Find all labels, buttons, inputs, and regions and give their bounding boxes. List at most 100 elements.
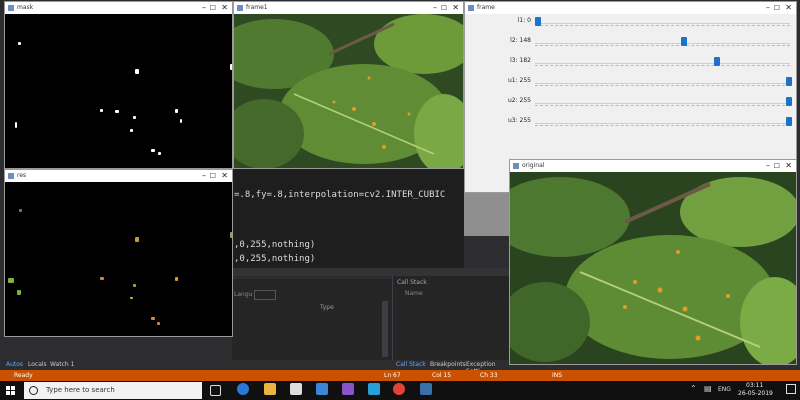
trackbar-thumb[interactable]	[786, 117, 792, 126]
trackbar-thumb[interactable]	[714, 57, 721, 66]
window-app-icon	[8, 173, 14, 179]
tab-locals[interactable]: Locals	[28, 361, 47, 368]
window-title: original	[522, 162, 545, 169]
tab-breakpoints[interactable]: Breakpoints	[430, 361, 466, 368]
mask-window[interactable]: mask – ☐ ✕	[4, 1, 233, 169]
chrome-icon[interactable]	[393, 383, 405, 395]
trackbar-track[interactable]	[535, 83, 790, 84]
start-button[interactable]	[6, 386, 15, 395]
clock-date[interactable]: 26-05-2019	[738, 390, 773, 397]
app-icon-blue[interactable]	[368, 383, 380, 395]
trackbar-track[interactable]	[535, 123, 790, 124]
close-icon[interactable]: ✕	[785, 160, 792, 172]
trackbar-label: l1: 0	[517, 17, 531, 24]
mask-title-bar[interactable]: mask – ☐ ✕	[5, 2, 232, 14]
mask-blob	[180, 119, 182, 123]
code-line-2[interactable]: ,0,255,nothing)	[234, 240, 315, 250]
mail-icon[interactable]	[316, 383, 328, 395]
network-icon[interactable]: ▤	[704, 384, 712, 393]
res-blob	[133, 284, 136, 287]
maximize-icon[interactable]: ☐	[210, 170, 216, 182]
original-window[interactable]: original – ☐ ✕	[509, 159, 797, 365]
trackbar-row[interactable]: l2: 148	[465, 35, 795, 47]
callstack-panel: Call Stack Name	[392, 276, 511, 360]
res-title-bar[interactable]: res – ☐ ✕	[5, 170, 232, 182]
close-icon[interactable]: ✕	[221, 2, 228, 14]
trackbar-track[interactable]	[535, 23, 790, 24]
visual-studio-icon[interactable]	[342, 383, 354, 395]
ide-top-toolbar	[232, 268, 510, 276]
trackbar-thumb[interactable]	[786, 97, 792, 106]
tab-watch1[interactable]: Watch 1	[50, 361, 74, 368]
window-title: frame1	[246, 4, 268, 11]
frame-title-bar[interactable]: frame – ☐ ✕	[465, 2, 796, 14]
trackbar-track[interactable]	[535, 63, 790, 64]
window-app-icon	[8, 5, 14, 11]
trackbar-track[interactable]	[535, 43, 790, 44]
edge-icon[interactable]	[237, 383, 249, 395]
status-ch: Ch 33	[480, 372, 498, 379]
code-line-1[interactable]: =.8,fy=.8,interpolation=cv2.INTER_CUBIC	[234, 190, 445, 200]
res-window[interactable]: res – ☐ ✕	[4, 169, 233, 337]
minimize-icon[interactable]: –	[202, 2, 206, 14]
leaf-photo	[510, 172, 796, 364]
maximize-icon[interactable]: ☐	[210, 2, 216, 14]
frame1-title-bar[interactable]: frame1 – ☐ ✕	[234, 2, 463, 14]
trackbar-thumb[interactable]	[786, 77, 792, 86]
trackbar-ticks	[535, 105, 790, 107]
trackbar-track[interactable]	[535, 103, 790, 104]
maximize-icon[interactable]: ☐	[774, 160, 780, 172]
trackbar-label: u3: 255	[507, 117, 531, 124]
close-icon[interactable]: ✕	[785, 2, 792, 14]
task-view-icon[interactable]	[210, 385, 221, 396]
python-icon[interactable]	[420, 383, 432, 395]
mask-blob	[133, 116, 136, 119]
search-box[interactable]: Type here to search	[24, 382, 202, 399]
status-bar: Ready Ln 67 Col 15 Ch 33 INS	[0, 370, 800, 381]
tab-autos[interactable]: Autos	[6, 361, 23, 368]
mask-blob	[158, 152, 161, 155]
close-icon[interactable]: ✕	[452, 2, 459, 14]
trackbar-label: u1: 255	[507, 77, 531, 84]
type-column-header[interactable]: Type	[320, 304, 334, 311]
tab-callstack[interactable]: Call Stack	[396, 361, 426, 368]
trackbar-row[interactable]: u1: 255	[465, 75, 795, 87]
res-canvas	[5, 182, 232, 336]
minimize-icon[interactable]: –	[766, 160, 770, 172]
window-title: mask	[17, 4, 34, 11]
language-label: Langu	[234, 291, 253, 298]
name-column-header[interactable]: Name	[405, 290, 423, 297]
window-title: res	[17, 172, 27, 179]
minimize-icon[interactable]: –	[766, 2, 770, 14]
res-blob	[151, 317, 155, 320]
minimize-icon[interactable]: –	[202, 170, 206, 182]
maximize-icon[interactable]: ☐	[441, 2, 447, 14]
status-ins: INS	[552, 372, 563, 379]
res-blob	[157, 322, 160, 325]
window-app-icon	[237, 5, 243, 11]
trackbar-row[interactable]: l3: 182	[465, 55, 795, 67]
window-app-icon	[513, 163, 519, 169]
trackbar-thumb[interactable]	[535, 17, 541, 26]
original-title-bar[interactable]: original – ☐ ✕	[510, 160, 796, 172]
maximize-icon[interactable]: ☐	[774, 2, 780, 14]
close-icon[interactable]: ✕	[221, 170, 228, 182]
store-icon[interactable]	[290, 383, 302, 395]
autos-scrollbar[interactable]	[382, 301, 388, 357]
trackbar-label: u2: 255	[507, 97, 531, 104]
trackbar-thumb[interactable]	[680, 37, 687, 46]
file-explorer-icon[interactable]	[264, 383, 276, 395]
tray-chevron-icon[interactable]: ⌃	[690, 384, 697, 393]
trackbar-ticks	[535, 25, 790, 27]
code-line-3[interactable]: ,0,255,nothing)	[234, 254, 315, 264]
mask-blob	[130, 129, 133, 132]
trackbar-row[interactable]: u3: 255	[465, 115, 795, 127]
trackbar-row[interactable]: u2: 255	[465, 95, 795, 107]
clock-time[interactable]: 03:11	[746, 382, 763, 389]
trackbar-row[interactable]: l1: 0	[465, 15, 795, 27]
language-dropdown[interactable]	[254, 290, 276, 300]
frame1-window[interactable]: frame1 – ☐ ✕	[233, 1, 464, 169]
notification-icon[interactable]	[786, 384, 796, 394]
language-indicator[interactable]: ENG	[718, 386, 731, 393]
minimize-icon[interactable]: –	[433, 2, 437, 14]
